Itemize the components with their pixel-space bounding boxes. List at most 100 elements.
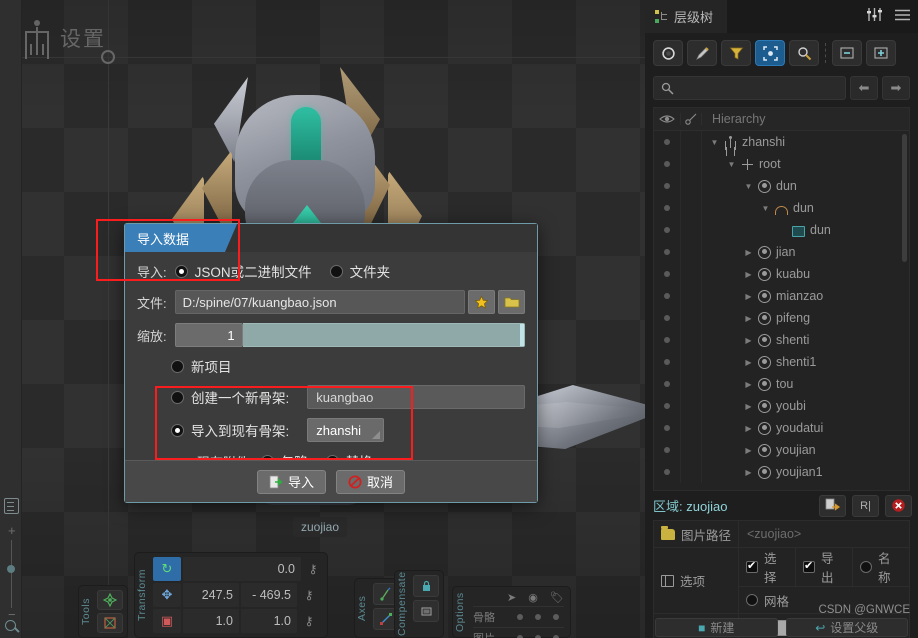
tree-row-visibility-dot[interactable]	[654, 161, 680, 167]
tree-row-name[interactable]: ▶ tou	[702, 377, 793, 391]
tree-scrollbar[interactable]	[902, 134, 907, 262]
tree-row[interactable]: ▶ youbi	[654, 395, 909, 417]
scale-y-value[interactable]: 1.0	[241, 609, 297, 633]
tree-row-key-cell[interactable]	[680, 153, 702, 175]
translate-y-value[interactable]: - 469.5	[241, 583, 297, 607]
key-icon[interactable]	[680, 113, 702, 125]
chevron-down-icon[interactable]: ▼	[727, 160, 736, 169]
pencil-icon[interactable]	[687, 40, 717, 66]
tree-row-key-cell[interactable]	[680, 263, 702, 285]
radio-new-project[interactable]	[171, 359, 184, 373]
chevron-right-icon[interactable]: ▶	[744, 380, 753, 389]
new-project-row[interactable]: 新项目	[137, 356, 525, 376]
tree-row[interactable]: ▶ shenti1	[654, 351, 909, 373]
image-path-value[interactable]: <zuojiao>	[739, 521, 909, 547]
folder-icon[interactable]	[498, 290, 525, 314]
tree-row-name[interactable]: ▶ shenti1	[702, 355, 816, 369]
tree-row-visibility-dot[interactable]	[654, 183, 680, 189]
options-toggle[interactable]	[535, 614, 541, 620]
radio-folder[interactable]	[329, 264, 343, 278]
tree-row-visibility-dot[interactable]	[654, 469, 680, 475]
tree-row[interactable]: ▶ tou	[654, 373, 909, 395]
tree-row-key-cell[interactable]	[680, 461, 702, 483]
tree-row-visibility-dot[interactable]	[654, 337, 680, 343]
tree-row-key-cell[interactable]	[680, 131, 702, 153]
tree-row-name[interactable]: ▶ youdatui	[702, 421, 823, 435]
set-parent-button[interactable]: ↩ 设置父级	[785, 618, 908, 637]
tree-row-key-cell[interactable]	[680, 373, 702, 395]
transform-translate-row[interactable]: ✥ 247.5 - 469.5 ⚷	[153, 583, 323, 607]
filter-funnel-icon[interactable]	[721, 40, 751, 66]
scale-input[interactable]: 1	[174, 323, 243, 347]
tree-row-key-cell[interactable]	[680, 219, 702, 241]
radio-json-binary[interactable]	[174, 264, 188, 278]
options-row-image[interactable]: 图片	[473, 627, 564, 638]
import-data-dialog[interactable]: 导入数据 导入: JSON或二进制文件 文件夹 文件: D:/spine/07/…	[124, 223, 538, 503]
tree-row-visibility-dot[interactable]	[654, 139, 680, 145]
tree-row-name[interactable]: ▶ pifeng	[702, 311, 810, 325]
cancel-button[interactable]: 取消	[336, 469, 406, 494]
tree-row[interactable]: ▼ dun	[654, 197, 909, 219]
tree-row-name[interactable]: ▼ zhanshi	[702, 135, 786, 149]
chevron-right-icon[interactable]: ▶	[744, 336, 753, 345]
tree-row-name[interactable]: dun	[702, 223, 831, 237]
chevron-down-icon[interactable]: ▼	[710, 138, 719, 147]
new-button[interactable]: ■ 新建	[655, 618, 778, 637]
tree-row-key-cell[interactable]	[680, 439, 702, 461]
chevron-right-icon[interactable]: ▶	[744, 402, 753, 411]
eye-icon[interactable]	[654, 114, 680, 124]
tree-row[interactable]: ▼ root	[654, 153, 909, 175]
tree-row-visibility-dot[interactable]	[654, 447, 680, 453]
checkbox-select-box[interactable]	[746, 559, 758, 573]
transform-scale-row[interactable]: ▣ 1.0 1.0 ⚷	[153, 609, 323, 633]
tree-row[interactable]: ▶ pifeng	[654, 307, 909, 329]
hierarchy-tree[interactable]: Hierarchy ▼ zhanshi ▼ root ▼ dun ▼ dun dun ▶ jian ▶…	[653, 107, 910, 491]
collapse-icon[interactable]	[832, 40, 862, 66]
tree-row-key-cell[interactable]	[680, 241, 702, 263]
checkbox-export-box[interactable]	[803, 559, 815, 573]
tree-row[interactable]: ▶ jian	[654, 241, 909, 263]
sliders-icon[interactable]	[866, 7, 883, 27]
tree-row-key-cell[interactable]	[680, 417, 702, 439]
magnifier-pencil-icon[interactable]	[789, 40, 819, 66]
scale-slider[interactable]	[242, 323, 525, 347]
tree-row-visibility-dot[interactable]	[654, 249, 680, 255]
tool-mesh-icon[interactable]	[97, 613, 123, 633]
rotation-value[interactable]: 0.0	[183, 557, 301, 581]
translate-key-icon[interactable]: ⚷	[299, 588, 319, 602]
checkbox-export[interactable]: 导出	[796, 548, 853, 586]
tab-import-data[interactable]: 导入数据	[125, 224, 237, 252]
zoom-slider-track[interactable]	[10, 540, 12, 608]
tree-row-key-cell[interactable]	[680, 307, 702, 329]
rotate-icon[interactable]: ↻	[153, 557, 181, 581]
tree-row-name[interactable]: ▼ dun	[702, 201, 814, 215]
translate-x-value[interactable]: 247.5	[183, 583, 239, 607]
chevron-right-icon[interactable]: ▶	[744, 424, 753, 433]
tree-row-key-cell[interactable]	[680, 175, 702, 197]
chevron-right-icon[interactable]: ▶	[744, 358, 753, 367]
tree-row[interactable]: dun	[654, 219, 909, 241]
tree-row-visibility-dot[interactable]	[654, 359, 680, 365]
tree-row-visibility-dot[interactable]	[654, 205, 680, 211]
tree-row-visibility-dot[interactable]	[654, 293, 680, 299]
chevron-right-icon[interactable]: ▶	[744, 248, 753, 257]
radio-existing-skeleton[interactable]	[171, 423, 184, 437]
arrow-right-icon[interactable]: ➡	[882, 76, 910, 100]
chevron-down-icon[interactable]: ▼	[761, 204, 770, 213]
transform-rotation-row[interactable]: ↻ 0.0 ⚷	[153, 557, 323, 581]
scale-x-value[interactable]: 1.0	[183, 609, 239, 633]
tree-row-key-cell[interactable]	[680, 197, 702, 219]
move-icon[interactable]: ✥	[153, 583, 181, 607]
tree-row-name[interactable]: ▼ dun	[702, 179, 797, 193]
search-input[interactable]	[653, 76, 846, 100]
star-icon[interactable]	[468, 290, 495, 314]
tree-row[interactable]: ▶ youjian1	[654, 461, 909, 483]
expand-icon[interactable]	[866, 40, 896, 66]
tool-create-icon[interactable]	[97, 590, 123, 610]
tree-row[interactable]: ▶ youdatui	[654, 417, 909, 439]
image-path-row[interactable]: 图片路径 <zuojiao>	[654, 521, 909, 548]
tree-row-key-cell[interactable]	[680, 329, 702, 351]
hamburger-menu-icon[interactable]	[895, 8, 910, 26]
tree-row-visibility-dot[interactable]	[654, 403, 680, 409]
tree-row[interactable]: ▼ zhanshi	[654, 131, 909, 153]
